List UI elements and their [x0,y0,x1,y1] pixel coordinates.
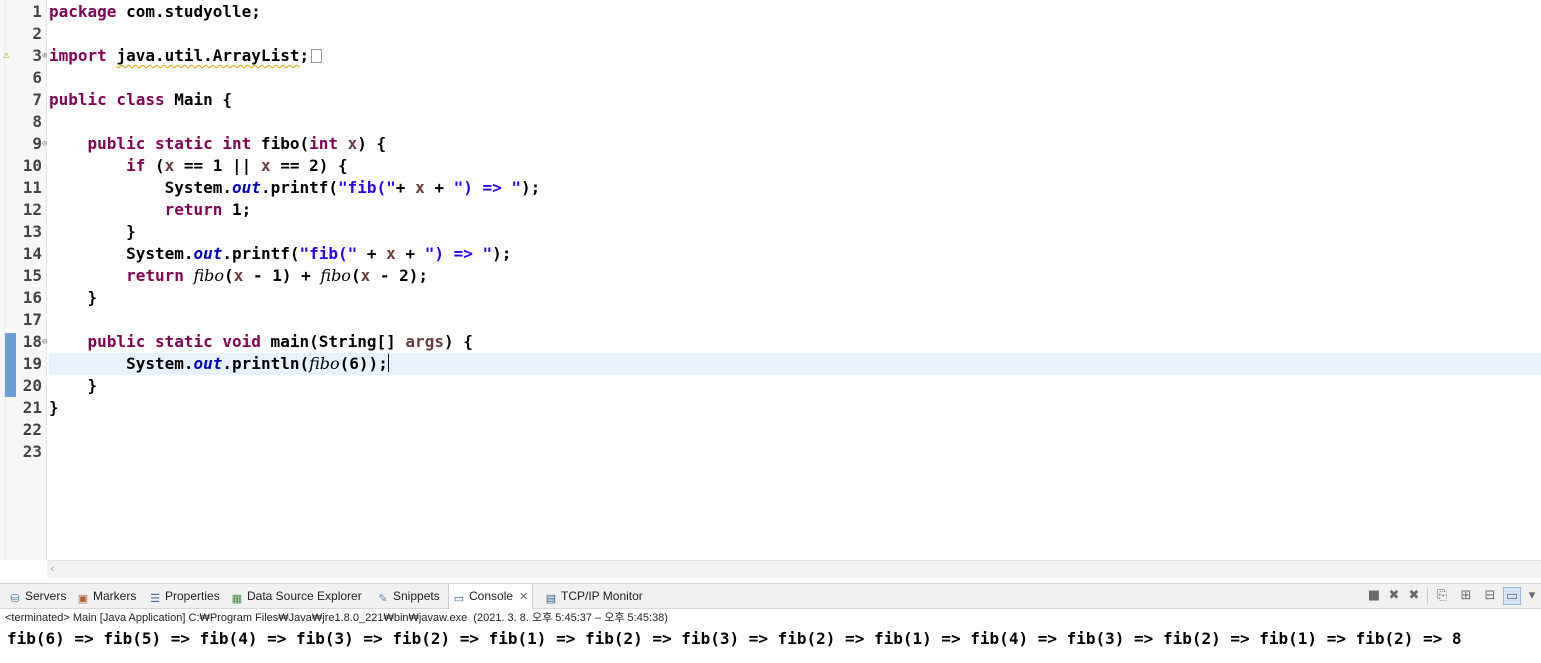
terminate-icon[interactable]: ■ [1365,587,1383,605]
open-console-icon[interactable]: ▾ [1523,587,1541,605]
clear-console-icon[interactable]: ⊞ [1457,587,1475,605]
code-area[interactable]: package com.studyolle; import java.util.… [49,0,1541,560]
code-line: public class Main { [49,90,233,109]
code-line: public static void main(String[] args) { [87,332,473,351]
line-number: 7 [32,90,42,109]
line-number: 6 [32,68,42,87]
line-number: 22 [22,420,42,439]
tab-data-source-explorer[interactable]: ▦ Data Source Explorer [231,584,362,609]
code-line: return fibo(x - 1) + fibo(x - 2); [126,266,429,285]
code-line: } [49,398,59,417]
console-toolbar: ■ ✖ ✖ ⎘ ⊞ ⊟ ▭ ▾ [1361,587,1541,607]
current-code-line: System.out.println(fibo(6)); [49,353,1541,375]
line-number-gutter: 1 2 3 ⊕ 6 7 8 9 ⊖ 10 11 12 13 14 15 16 1… [5,0,47,560]
code-line: return 1; [164,200,252,219]
console-icon: ▭ [453,593,465,605]
remove-launch-icon[interactable]: ✖ [1385,587,1403,605]
horizontal-scrollbar[interactable]: ‹ [47,560,1541,578]
data-source-icon: ▦ [231,593,243,605]
view-tab-bar: ⛁ Servers ▣ Markers ☰ Properties ▦ Data Sour… [0,584,1541,609]
code-line: } [87,288,98,307]
line-number: 8 [32,112,42,131]
line-number: 23 [22,442,42,461]
tab-tcpip-monitor[interactable]: ▤ TCP/IP Monitor [545,584,643,609]
toolbar-separator [1427,588,1428,604]
display-console-icon[interactable]: ▭ [1503,587,1521,605]
close-icon[interactable]: ✕ [519,591,528,603]
warning-icon[interactable]: ⚠ [3,48,17,62]
pin-console-icon[interactable]: ⊟ [1481,587,1499,605]
text-caret [387,354,389,372]
servers-icon: ⛁ [10,593,20,605]
line-number: 17 [22,310,42,329]
code-line: if (x == 1 || x == 2) { [126,156,348,175]
remove-all-icon[interactable]: ✖ [1405,587,1423,605]
scroll-lock-icon[interactable]: ⎘ [1433,587,1451,605]
code-line: } [87,376,98,395]
line-number: 12 [22,200,42,219]
scroll-left-icon[interactable]: ‹ [50,562,54,575]
line-number: 21 [22,398,42,417]
tab-snippets[interactable]: ✎ Snippets [377,584,439,609]
code-line: System.out.printf("fib("+ x + ") => "); [164,178,541,197]
change-marker [5,333,16,397]
tab-console[interactable]: ▭ Console ✕ [448,584,534,609]
console-output[interactable]: fib(6) => fib(5) => fib(4) => fib(3) => … [7,628,1462,650]
line-number: 16 [22,288,42,307]
properties-icon: ☰ [150,593,160,605]
folded-code-box[interactable] [311,49,323,63]
console-panel: ⛁ Servers ▣ Markers ☰ Properties ▦ Data Sour… [0,583,1541,663]
code-line: import java.util.ArrayList; [49,45,1541,67]
line-number: 14 [22,244,42,263]
code-line: public static int fibo(int x) { [87,134,387,153]
line-number: 1 [32,2,42,21]
console-status: <terminated> Main [Java Application] C:₩… [5,612,668,624]
tab-properties[interactable]: ☰ Properties [149,584,220,609]
monitor-icon: ▤ [545,593,557,605]
line-number: 15 [22,266,42,285]
line-number: 11 [22,178,42,197]
code-line: package com.studyolle; [49,2,261,21]
markers-icon: ▣ [77,593,89,605]
line-number: 13 [22,222,42,241]
tab-servers[interactable]: ⛁ Servers [9,584,66,609]
code-line: } [126,222,136,241]
tab-markers[interactable]: ▣ Markers [77,584,137,609]
line-number: 10 [22,156,42,175]
line-number: 2 [32,24,42,43]
line-number: 9 [32,134,42,153]
code-line: System.out.printf("fib(" + x + ") => "); [126,244,512,263]
code-editor[interactable]: 1 2 3 ⊕ 6 7 8 9 ⊖ 10 11 12 13 14 15 16 1… [0,0,1541,580]
snippets-icon: ✎ [378,593,388,605]
